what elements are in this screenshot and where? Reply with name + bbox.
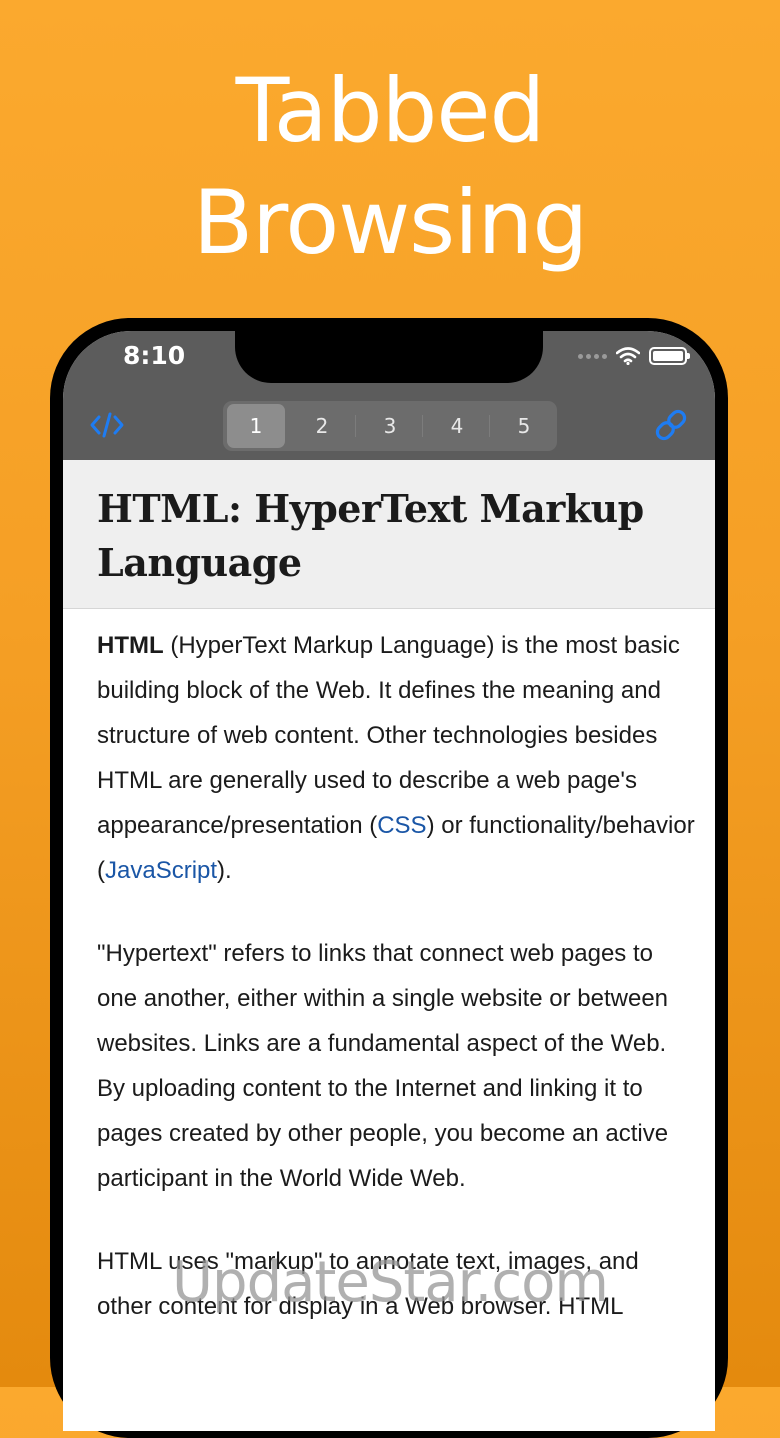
tab-4[interactable]: 4 [428,404,486,448]
phone-notch [235,331,543,383]
tab-switcher: 1 2 3 4 5 [223,401,557,451]
promo-line-1: Tabbed [235,59,546,162]
article-header: HTML: HyperText Markup Language [63,460,715,609]
promo-line-2: Browsing [192,171,588,274]
tab-1[interactable]: 1 [227,404,285,448]
article-title-line-2: Language [97,540,302,585]
css-link[interactable]: CSS [377,812,426,839]
status-icons [578,345,690,367]
paragraph-text: ). [217,857,232,884]
tab-separator [355,415,356,437]
wifi-icon [616,347,640,365]
article-title-line-1: HTML: HyperText Markup [97,486,644,531]
article-paragraph-1: HTML (HyperText Markup Language) is the … [97,623,697,893]
browser-top-bar: 8:10 1 2 3 4 5 [63,331,715,460]
javascript-link[interactable]: JavaScript [105,857,217,884]
promo-headline: Tabbed Browsing [0,55,780,279]
battery-icon [649,347,690,365]
link-icon[interactable] [653,407,689,443]
bold-term: HTML [97,632,164,659]
tab-3[interactable]: 3 [361,404,419,448]
signal-icon [578,353,607,359]
tab-2[interactable]: 2 [293,404,351,448]
tab-separator [489,415,490,437]
source-code-icon[interactable] [89,407,125,443]
status-time: 8:10 [123,341,186,370]
tab-5[interactable]: 5 [495,404,553,448]
tab-separator [422,415,423,437]
paragraph-text: (HyperText Markup Language) is the most … [97,632,680,839]
watermark-text: UpdateStar.com [172,1250,609,1315]
article-title: HTML: HyperText Markup Language [97,482,697,590]
article-paragraph-2: "Hypertext" refers to links that connect… [97,940,669,1192]
